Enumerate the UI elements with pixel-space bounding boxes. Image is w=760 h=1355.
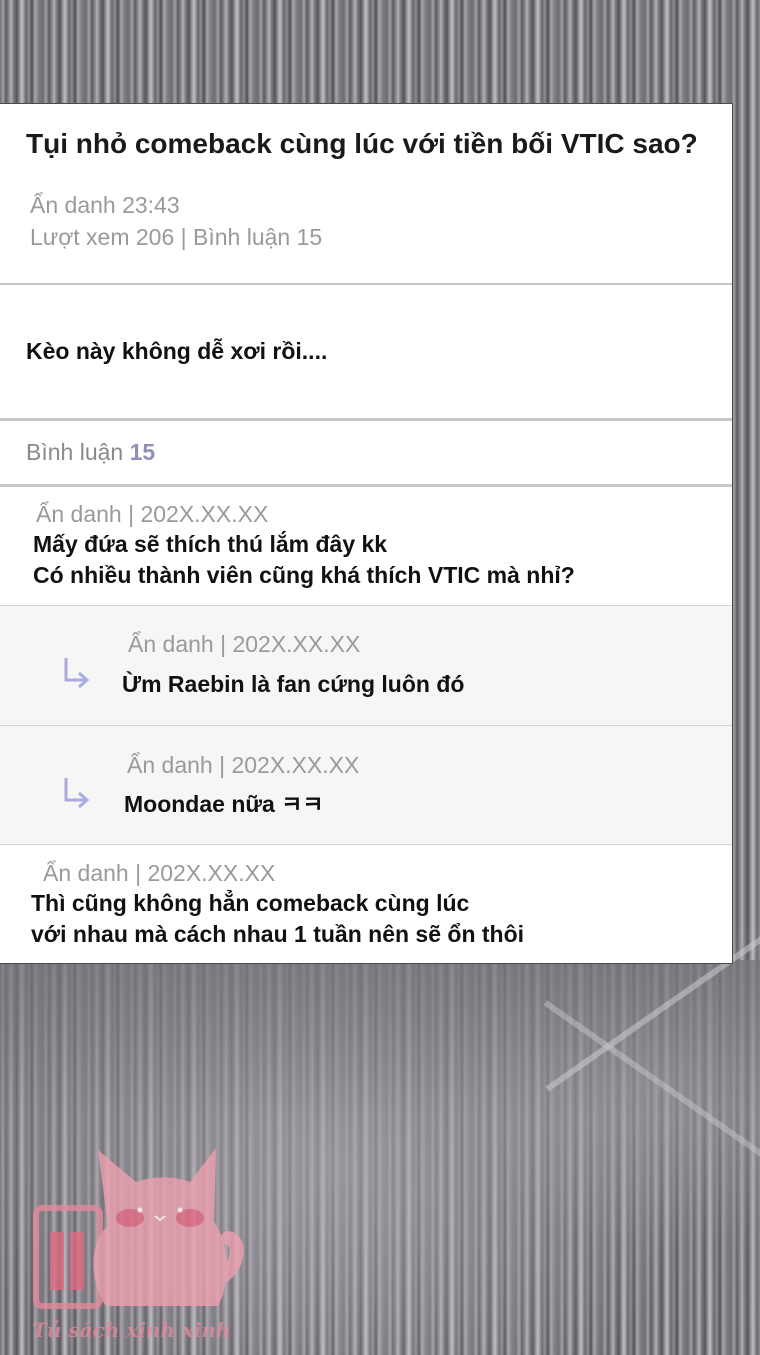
comment-text: Thì cũng không hẳn comeback cùng lúc xyxy=(31,890,470,916)
post-body: Kèo này không dễ xơi rồi.... xyxy=(0,285,732,421)
reply-item[interactable]: Ẩn danh | 202X.XX.XX Moondae nữa ㅋㅋ xyxy=(0,726,732,845)
post-stats: Lượt xem 206 | Bình luận 15 xyxy=(30,224,323,250)
comments-label: Bình luận 15 xyxy=(26,439,155,466)
comment-meta: Ẩn danh | 202X.XX.XX xyxy=(36,501,269,527)
reply-item[interactable]: Ẩn danh | 202X.XX.XX Ừm Raebin là fan cứ… xyxy=(0,606,732,726)
reply-arrow-icon xyxy=(64,658,90,689)
comment-meta: Ẩn danh | 202X.XX.XX xyxy=(43,860,276,886)
reply-meta: Ẩn danh | 202X.XX.XX xyxy=(128,631,361,657)
reply-text: Ừm Raebin là fan cứng luôn đó xyxy=(122,671,465,697)
post-author-time: Ẩn danh 23:43 xyxy=(30,192,180,218)
comments-count: 15 xyxy=(129,439,156,465)
comment-text: Mấy đứa sẽ thích thú lắm đây kk xyxy=(33,531,388,557)
post-title: Tụi nhỏ comeback cùng lúc với tiền bối V… xyxy=(26,128,698,159)
cat-mascot-icon xyxy=(33,1148,244,1309)
comment-item[interactable]: Ẩn danh | 202X.XX.XX Thì cũng không hẳn … xyxy=(0,845,732,963)
watermark-text: Tủ sách xinh xinh xyxy=(32,1318,231,1342)
reply-text: Moondae nữa ㅋㅋ xyxy=(124,791,324,817)
comments-header[interactable]: Bình luận 15 xyxy=(0,421,732,487)
reply-arrow-icon xyxy=(64,778,90,809)
comments-label-text: Bình luận xyxy=(26,439,124,465)
post-body-text: Kèo này không dễ xơi rồi.... xyxy=(26,338,328,364)
comment-text: Có nhiều thành viên cũng khá thích VTIC … xyxy=(33,562,575,588)
post-header: Tụi nhỏ comeback cùng lúc với tiền bối V… xyxy=(0,104,732,285)
comment-text: với nhau mà cách nhau 1 tuần nên sẽ ổn t… xyxy=(31,921,525,947)
comment-item[interactable]: Ẩn danh | 202X.XX.XX Mấy đứa sẽ thích th… xyxy=(0,485,732,606)
reply-meta: Ẩn danh | 202X.XX.XX xyxy=(127,752,360,778)
post-card: Tụi nhỏ comeback cùng lúc với tiền bối V… xyxy=(0,103,733,964)
